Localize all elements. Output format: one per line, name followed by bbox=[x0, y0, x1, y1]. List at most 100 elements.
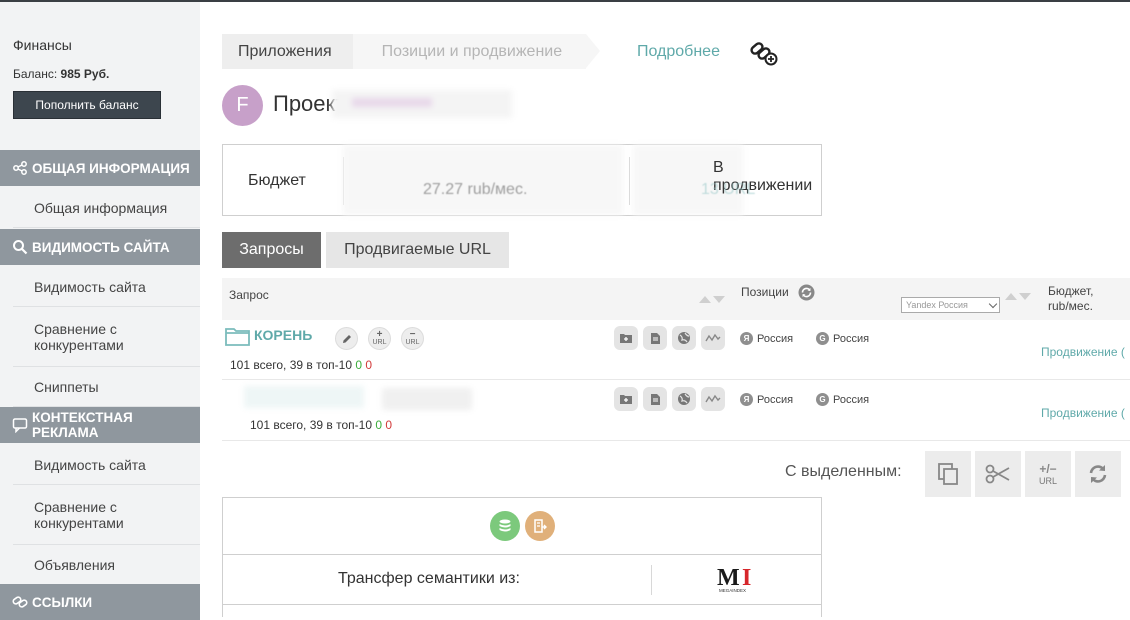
budget-header-line: Бюджет, bbox=[1048, 284, 1094, 298]
sort-arrows[interactable] bbox=[1005, 293, 1031, 300]
chart-line-icon[interactable] bbox=[701, 387, 725, 411]
topup-balance-button[interactable]: Пополнить баланс bbox=[13, 91, 161, 119]
globe-icon[interactable] bbox=[672, 326, 696, 350]
copy-icon bbox=[938, 463, 958, 485]
sidebar-item-general-info[interactable]: Общая информация bbox=[13, 188, 200, 228]
add-folder-icon[interactable] bbox=[614, 326, 638, 350]
search-engine-select[interactable]: Yandex Россия bbox=[901, 297, 1000, 313]
transfer-label: Трансфер семантики из: bbox=[338, 570, 520, 587]
copy-button[interactable] bbox=[925, 451, 971, 497]
google-region: G Россия bbox=[816, 393, 869, 406]
chart-line-icon[interactable] bbox=[701, 326, 725, 350]
table-row[interactable]: Я Россия G Россия Продвижение ( 101 всег… bbox=[222, 380, 1130, 441]
edit-icon[interactable] bbox=[335, 327, 358, 350]
yandex-icon: Я bbox=[740, 393, 753, 406]
sidebar-item-competitors[interactable]: Сравнение с конкурентами bbox=[13, 307, 200, 367]
column-header-budget[interactable]: Бюджет, rub/мес. bbox=[1048, 284, 1093, 314]
table-header: Запрос Позиции Yandex Россия Бюджет, rub… bbox=[222, 278, 1130, 320]
link-icon bbox=[12, 594, 28, 610]
region-label: Россия bbox=[757, 393, 794, 406]
url-label: URL bbox=[1038, 476, 1057, 486]
sidebar-section-context-ads[interactable]: Контекстная реклама bbox=[0, 407, 200, 443]
tab-promoted-urls[interactable]: Продвигаемые URL bbox=[326, 232, 509, 268]
sidebar: Финансы Баланс: 985 Руб. Пополнить балан… bbox=[0, 2, 200, 620]
divider bbox=[223, 554, 821, 555]
refresh-icon bbox=[1089, 465, 1107, 483]
column-header-positions[interactable]: Позиции bbox=[741, 285, 789, 299]
sidebar-section-label: Видимость сайта bbox=[32, 239, 170, 255]
row-label[interactable]: КОРЕНЬ bbox=[254, 327, 312, 343]
scissors-icon bbox=[985, 464, 1010, 484]
refresh-icon[interactable] bbox=[798, 284, 815, 301]
sidebar-section-links[interactable]: Ссылки bbox=[0, 584, 200, 620]
document-icon[interactable] bbox=[643, 326, 667, 350]
balance-value: 985 Руб. bbox=[60, 67, 110, 81]
sidebar-section-label: Общая информация bbox=[32, 160, 190, 176]
with-selected-label: С выделенным: bbox=[785, 463, 902, 480]
add-folder-icon[interactable] bbox=[614, 387, 638, 411]
breadcrumb-item-positions[interactable]: Позиции и продвижение bbox=[352, 34, 600, 69]
url-plus-minus-label: +/− bbox=[1039, 462, 1057, 476]
budget-amount: 27.27 rub/мес. bbox=[423, 181, 528, 198]
yandex-region: Я Россия bbox=[740, 332, 793, 345]
semantic-transfer-panel: Трансфер семантики из: M I MEGAINDEX bbox=[222, 497, 822, 617]
plus-icon: + bbox=[376, 328, 383, 340]
more-link[interactable]: Подробнее bbox=[637, 43, 720, 61]
url-small-label: URL bbox=[405, 338, 420, 346]
document-icon[interactable] bbox=[643, 387, 667, 411]
budget-header-line: rub/мес. bbox=[1048, 299, 1093, 313]
google-icon: G bbox=[816, 332, 829, 345]
balance-label: Баланс: bbox=[13, 67, 58, 81]
promo-url-count[interactable]: 13 URL bbox=[701, 181, 755, 199]
breadcrumb: Приложения Позиции и продвижение bbox=[222, 34, 600, 69]
minus-icon: − bbox=[409, 328, 416, 340]
budget-summary: Бюджет 27.27 rub/мес. В продвижении 13 U… bbox=[222, 144, 822, 216]
divider bbox=[651, 565, 652, 595]
google-region: G Россия bbox=[816, 332, 869, 345]
table-row[interactable]: КОРЕНЬ + URL − URL Я Россия G Россия Про… bbox=[222, 320, 1130, 380]
share-icon bbox=[12, 160, 28, 176]
url-plus-minus-button[interactable]: +/− URL bbox=[1025, 451, 1071, 497]
redacted-project-name bbox=[332, 90, 512, 118]
breadcrumb-item-apps[interactable]: Приложения bbox=[222, 34, 367, 69]
add-link-icon[interactable] bbox=[749, 38, 779, 66]
count-down: 0 bbox=[385, 418, 393, 432]
export-doc-icon[interactable] bbox=[525, 511, 555, 541]
promotion-link[interactable]: Продвижение ( bbox=[1041, 406, 1125, 420]
promotion-link[interactable]: Продвижение ( bbox=[1041, 345, 1125, 359]
sidebar-item-ads-visibility[interactable]: Видимость сайта bbox=[13, 445, 200, 485]
sidebar-item-ads-competitors[interactable]: Сравнение с конкурентами bbox=[13, 485, 200, 545]
count-text: 101 всего, 39 в топ-10 bbox=[230, 358, 352, 372]
query-count: 101 всего, 39 в топ-10 0 0 bbox=[230, 358, 372, 372]
globe-icon[interactable] bbox=[672, 387, 696, 411]
add-url-button[interactable]: + URL bbox=[368, 327, 391, 350]
sidebar-item-ads-announcements[interactable]: Объявления bbox=[13, 545, 200, 585]
region-label: Россия bbox=[833, 393, 870, 406]
chat-icon bbox=[12, 417, 28, 433]
database-icon[interactable] bbox=[490, 511, 520, 541]
tab-queries[interactable]: Запросы bbox=[222, 232, 321, 268]
sidebar-item-site-visibility[interactable]: Видимость сайта bbox=[13, 267, 200, 307]
balance: Баланс: 985 Руб. bbox=[13, 67, 109, 81]
svg-text:MEGAINDEX: MEGAINDEX bbox=[719, 588, 746, 593]
redacted-row-label bbox=[244, 386, 364, 408]
sidebar-item-snippets[interactable]: Сниппеты bbox=[13, 367, 200, 407]
remove-url-button[interactable]: − URL bbox=[401, 327, 424, 350]
sidebar-section-general[interactable]: Общая информация bbox=[0, 150, 200, 186]
megaindex-logo[interactable]: M I MEGAINDEX bbox=[716, 564, 754, 594]
refresh-button[interactable] bbox=[1075, 451, 1121, 497]
region-label: Россия bbox=[833, 332, 870, 345]
redacted-area bbox=[343, 145, 623, 215]
column-header-query[interactable]: Запрос bbox=[229, 288, 269, 302]
count-down: 0 bbox=[365, 358, 373, 372]
search-engine-value: Yandex Россия bbox=[906, 300, 968, 310]
sidebar-section-visibility[interactable]: Видимость сайта bbox=[0, 229, 200, 265]
cut-button[interactable] bbox=[975, 451, 1021, 497]
url-small-label: URL bbox=[372, 338, 387, 346]
divider bbox=[629, 157, 630, 205]
count-up: 0 bbox=[375, 418, 383, 432]
search-icon bbox=[12, 239, 28, 255]
redacted-row-actions bbox=[382, 388, 472, 410]
sort-arrows[interactable] bbox=[699, 296, 725, 303]
count-text: 101 всего, 39 в топ-10 bbox=[250, 418, 372, 432]
